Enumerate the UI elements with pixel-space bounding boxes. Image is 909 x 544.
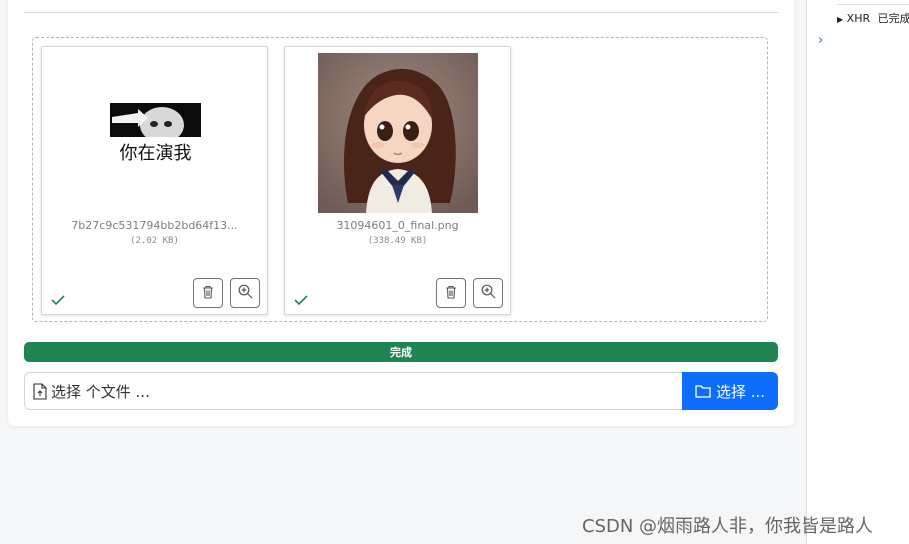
- meme-caption: 你在演我: [120, 143, 192, 164]
- zoom-file-button[interactable]: [473, 278, 503, 308]
- request-type: XHR: [846, 12, 871, 25]
- upload-success-icon: [294, 291, 308, 310]
- request-status: 已完成: [877, 12, 909, 25]
- browse-button[interactable]: 选择 ...: [682, 372, 778, 410]
- devtools-network-panel: ▶ XHR 已完成 ›: [806, 0, 909, 544]
- remove-file-button[interactable]: [193, 278, 223, 308]
- file-caption-field[interactable]: 选择 个文件 ...: [24, 372, 682, 410]
- trash-icon: [444, 284, 458, 303]
- network-request-row[interactable]: ▶ XHR 已完成: [837, 10, 909, 26]
- csdn-watermark: CSDN @烟雨路人非，你我皆是路人: [582, 516, 874, 537]
- file-size: (2.02 KB): [130, 236, 179, 246]
- zoom-file-button[interactable]: [230, 278, 260, 308]
- preview-image-girl: [318, 53, 478, 213]
- file-preview-thumbnail: 你在演我 7b27c9c531794bb2bd64f13... (2.02 KB…: [41, 46, 268, 315]
- file-name: 7b27c9c531794bb2bd64f13...: [71, 219, 238, 232]
- file-preview-thumbnail: 31094601_0_final.png (338.49 KB): [284, 46, 511, 315]
- upload-progress-bar: 完成: [24, 342, 778, 362]
- console-prompt-chevron-icon[interactable]: ›: [818, 33, 823, 48]
- remove-file-button[interactable]: [436, 278, 466, 308]
- progress-label: 完成: [390, 346, 412, 359]
- file-input-group: 选择 个文件 ... 选择 ...: [24, 372, 778, 410]
- folder-icon: [695, 384, 711, 398]
- browse-button-label: 选择 ...: [715, 382, 766, 401]
- upload-success-icon: [51, 291, 65, 310]
- file-icon: [33, 382, 47, 400]
- expand-triangle-icon: ▶: [837, 15, 844, 24]
- file-size: (338.49 KB): [367, 236, 428, 246]
- preview-image-meme: 你在演我: [110, 103, 201, 164]
- trash-icon: [201, 284, 215, 303]
- file-name: 31094601_0_final.png: [336, 219, 459, 232]
- zoom-in-icon: [238, 284, 253, 303]
- zoom-in-icon: [481, 284, 496, 303]
- divider: [24, 12, 778, 13]
- devtools-divider: [837, 4, 909, 5]
- file-caption-text: 选择 个文件 ...: [51, 382, 150, 401]
